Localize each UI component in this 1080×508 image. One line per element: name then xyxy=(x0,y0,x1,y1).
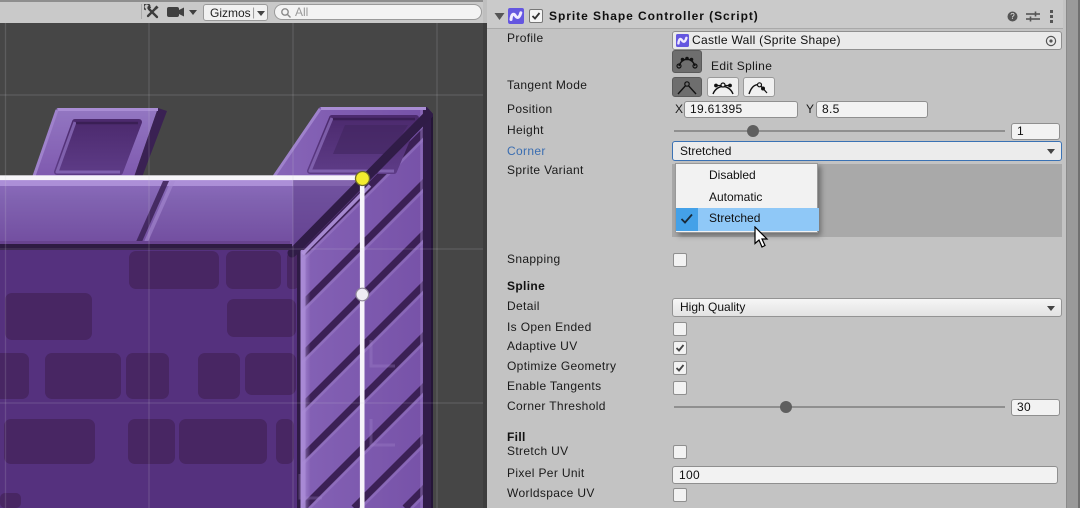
svg-text:?: ? xyxy=(1010,12,1015,21)
